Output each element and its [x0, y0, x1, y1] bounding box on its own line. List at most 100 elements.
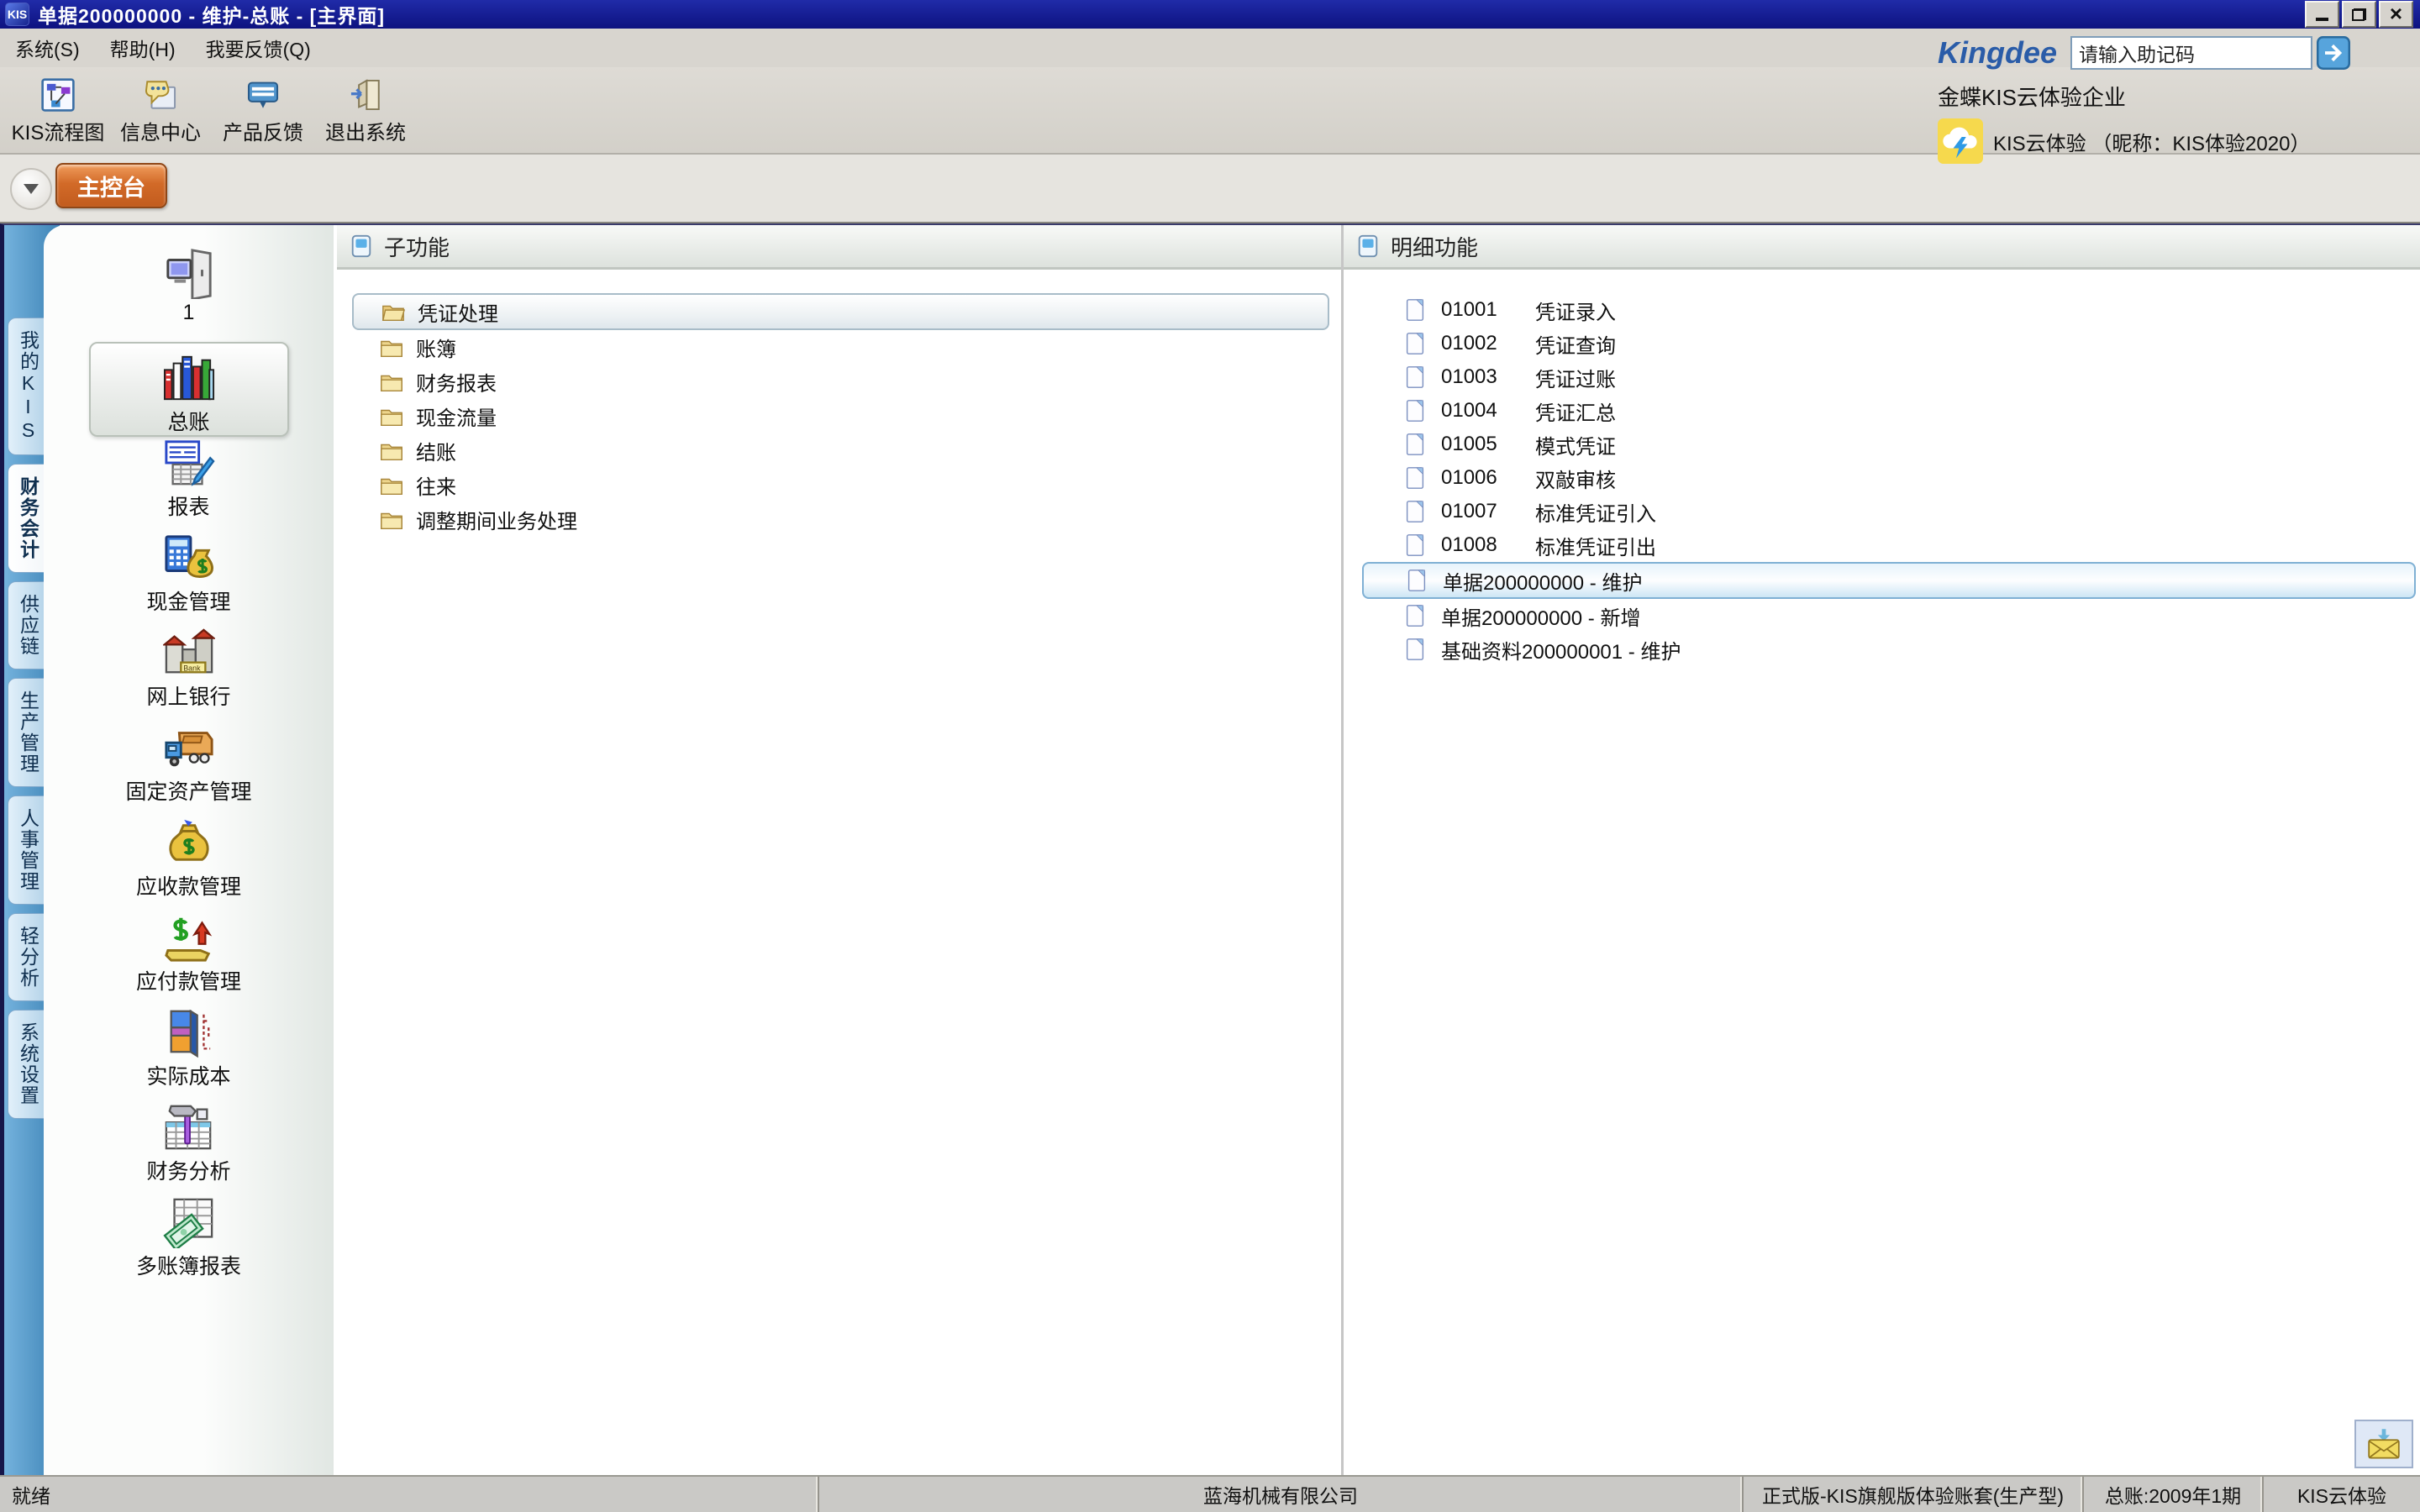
- side-tab-6[interactable]: 系统设置: [8, 1010, 48, 1119]
- subfunction-row-5[interactable]: 往来: [337, 468, 1341, 502]
- brand-area: Kingdee 金蝶KIS云体验企业 KIS云体验 （昵称：KIS体验2020）: [1938, 34, 2408, 164]
- detail-row-label: 凭证录入: [1535, 296, 1616, 325]
- module-item-10[interactable]: 多账簿报表: [89, 1196, 289, 1291]
- detail-row-code: 01006: [1441, 466, 1535, 490]
- module-item-9[interactable]: 财务分析: [89, 1101, 289, 1196]
- module-item-6[interactable]: 应收款管理: [89, 816, 289, 911]
- module-item-7[interactable]: 应付款管理: [89, 911, 289, 1006]
- side-tab-3[interactable]: 生产管理: [8, 678, 48, 787]
- side-tab-5[interactable]: 轻分析: [8, 913, 48, 1001]
- module-item-5[interactable]: 固定资产管理: [89, 722, 289, 816]
- toolbar-button-0[interactable]: KIS流程图: [7, 67, 109, 145]
- subfunction-row-2[interactable]: 财务报表: [337, 365, 1341, 399]
- folder-icon: [379, 507, 416, 533]
- subfunction-row-1[interactable]: 账簿: [337, 330, 1341, 365]
- menu-item-1[interactable]: 帮助(H): [110, 34, 176, 62]
- tab-console[interactable]: 主控台: [55, 163, 167, 208]
- monitor-icon: [163, 247, 215, 299]
- minimize-icon: [2316, 18, 2328, 21]
- toolbar-button-3[interactable]: 退出系统: [314, 67, 417, 145]
- side-tab-0[interactable]: 我的KIS: [8, 318, 48, 455]
- app-window: KIS 单据200000000 - 维护-总账 - [主界面] × 系统(S)帮…: [0, 0, 2420, 1512]
- exit-icon: [348, 77, 383, 113]
- subfunction-row-6[interactable]: 调整期间业务处理: [337, 502, 1341, 537]
- module-label: 现金管理: [146, 585, 230, 616]
- panel-icon: [1355, 234, 1391, 259]
- toolbar-button-1[interactable]: 信息中心: [109, 67, 212, 145]
- toolbar-button-label: KIS流程图: [12, 116, 105, 145]
- cost-icon: [163, 1006, 215, 1058]
- go-button[interactable]: [2317, 36, 2350, 70]
- module-item-1[interactable]: 总账: [89, 342, 289, 437]
- detail-row-5[interactable]: 01006双敲审核: [1344, 461, 2420, 495]
- subfunction-row-4[interactable]: 结账: [337, 433, 1341, 468]
- main-area: 我的KIS 财务会计供应链生产管理人事管理轻分析系统设置 1 总账报表现金管理 Ban…: [0, 223, 2420, 1477]
- cloud-icon: [1938, 118, 1993, 164]
- detail-row-6[interactable]: 01007标准凭证引入: [1344, 495, 2420, 528]
- menu-item-0[interactable]: 系统(S): [15, 34, 80, 62]
- status-bar: 就绪 蓝海机械有限公司 正式版-KIS旗舰版体验账套(生产型) 总账:2009年…: [0, 1475, 2420, 1512]
- detail-row-code: 01008: [1441, 533, 1535, 557]
- module-label: 1: [183, 301, 195, 325]
- detail-row-0[interactable]: 01001凭证录入: [1344, 293, 2420, 327]
- detail-row-2[interactable]: 01003凭证过账: [1344, 360, 2420, 394]
- detail-row-code: 01005: [1441, 433, 1535, 456]
- detail-title: 明细功能: [1391, 231, 1478, 262]
- status-period: 总账:2009年1期: [2084, 1477, 2264, 1512]
- feedback-icon: [245, 77, 281, 113]
- subfunction-header: 子功能: [337, 225, 1341, 270]
- minimize-button[interactable]: [2305, 1, 2339, 28]
- detail-row-8[interactable]: 单据200000000 - 维护: [1362, 562, 2416, 599]
- detail-row-3[interactable]: 01004凭证汇总: [1344, 394, 2420, 428]
- bank-icon: Bank: [163, 627, 215, 679]
- detail-row-10[interactable]: 基础资料200000001 - 维护: [1344, 633, 2420, 666]
- restore-button[interactable]: [2342, 1, 2376, 28]
- toolbar-button-2[interactable]: 产品反馈: [212, 67, 314, 145]
- account-row: KIS云体验 （昵称：KIS体验2020）: [1938, 118, 2408, 164]
- module-item-8[interactable]: 实际成本: [89, 1006, 289, 1101]
- mnemonic-input[interactable]: [2070, 36, 2312, 70]
- status-company: 蓝海机械有限公司: [819, 1477, 1744, 1512]
- subfunction-list: 凭证处理账簿财务报表现金流量结账往来调整期间业务处理: [337, 270, 1341, 537]
- doc-icon: [1402, 533, 1441, 558]
- side-tabs: 我的KIS 财务会计供应链生产管理人事管理轻分析系统设置: [8, 318, 48, 1119]
- message-button[interactable]: [2354, 1420, 2413, 1468]
- module-item-2[interactable]: 报表: [89, 437, 289, 532]
- module-item-0[interactable]: 1: [89, 247, 289, 342]
- module-label: 应付款管理: [136, 965, 241, 995]
- go-arrow-icon: [2317, 36, 2350, 70]
- doc-icon: [1402, 432, 1441, 457]
- subfunction-row-label: 调整期间业务处理: [416, 505, 577, 534]
- chevron-down-icon: [24, 184, 39, 194]
- subfunction-row-3[interactable]: 现金流量: [337, 399, 1341, 433]
- detail-row-9[interactable]: 单据200000000 - 新增: [1344, 599, 2420, 633]
- detail-row-4[interactable]: 01005模式凭证: [1344, 428, 2420, 461]
- module-item-4[interactable]: Bank网上银行: [89, 627, 289, 722]
- detail-row-code: 01007: [1441, 500, 1535, 523]
- toolbar-button-label: 退出系统: [325, 116, 406, 145]
- module-label: 总账: [167, 406, 209, 436]
- menu-item-2[interactable]: 我要反馈(Q): [206, 34, 311, 62]
- module-label: 固定资产管理: [125, 775, 251, 806]
- side-tab-2[interactable]: 供应链: [8, 581, 48, 669]
- restore-icon: [2352, 8, 2366, 21]
- side-tab-4[interactable]: 人事管理: [8, 795, 48, 905]
- subfunction-row-label: 结账: [416, 436, 456, 465]
- subfunction-row-0[interactable]: 凭证处理: [352, 293, 1329, 330]
- detail-row-1[interactable]: 01002凭证查询: [1344, 327, 2420, 360]
- message-icon: [143, 77, 178, 113]
- detail-list: 01001凭证录入01002凭证查询01003凭证过账01004凭证汇总0100…: [1344, 270, 2420, 666]
- detail-row-label: 标准凭证引入: [1535, 497, 1656, 527]
- window-controls: ×: [2305, 1, 2413, 28]
- subfunction-row-label: 凭证处理: [418, 297, 498, 327]
- doc-icon: [1402, 637, 1441, 662]
- status-ready: 就绪: [0, 1477, 819, 1512]
- detail-row-label: 标准凭证引出: [1535, 531, 1656, 560]
- doc-icon: [1402, 365, 1441, 390]
- module-item-3[interactable]: 现金管理: [89, 532, 289, 627]
- doc-icon: [1402, 331, 1441, 356]
- tab-dropdown-button[interactable]: [10, 168, 52, 210]
- detail-row-7[interactable]: 01008标准凭证引出: [1344, 528, 2420, 562]
- side-tab-1[interactable]: 财务会计: [8, 464, 48, 573]
- close-button[interactable]: ×: [2379, 1, 2413, 28]
